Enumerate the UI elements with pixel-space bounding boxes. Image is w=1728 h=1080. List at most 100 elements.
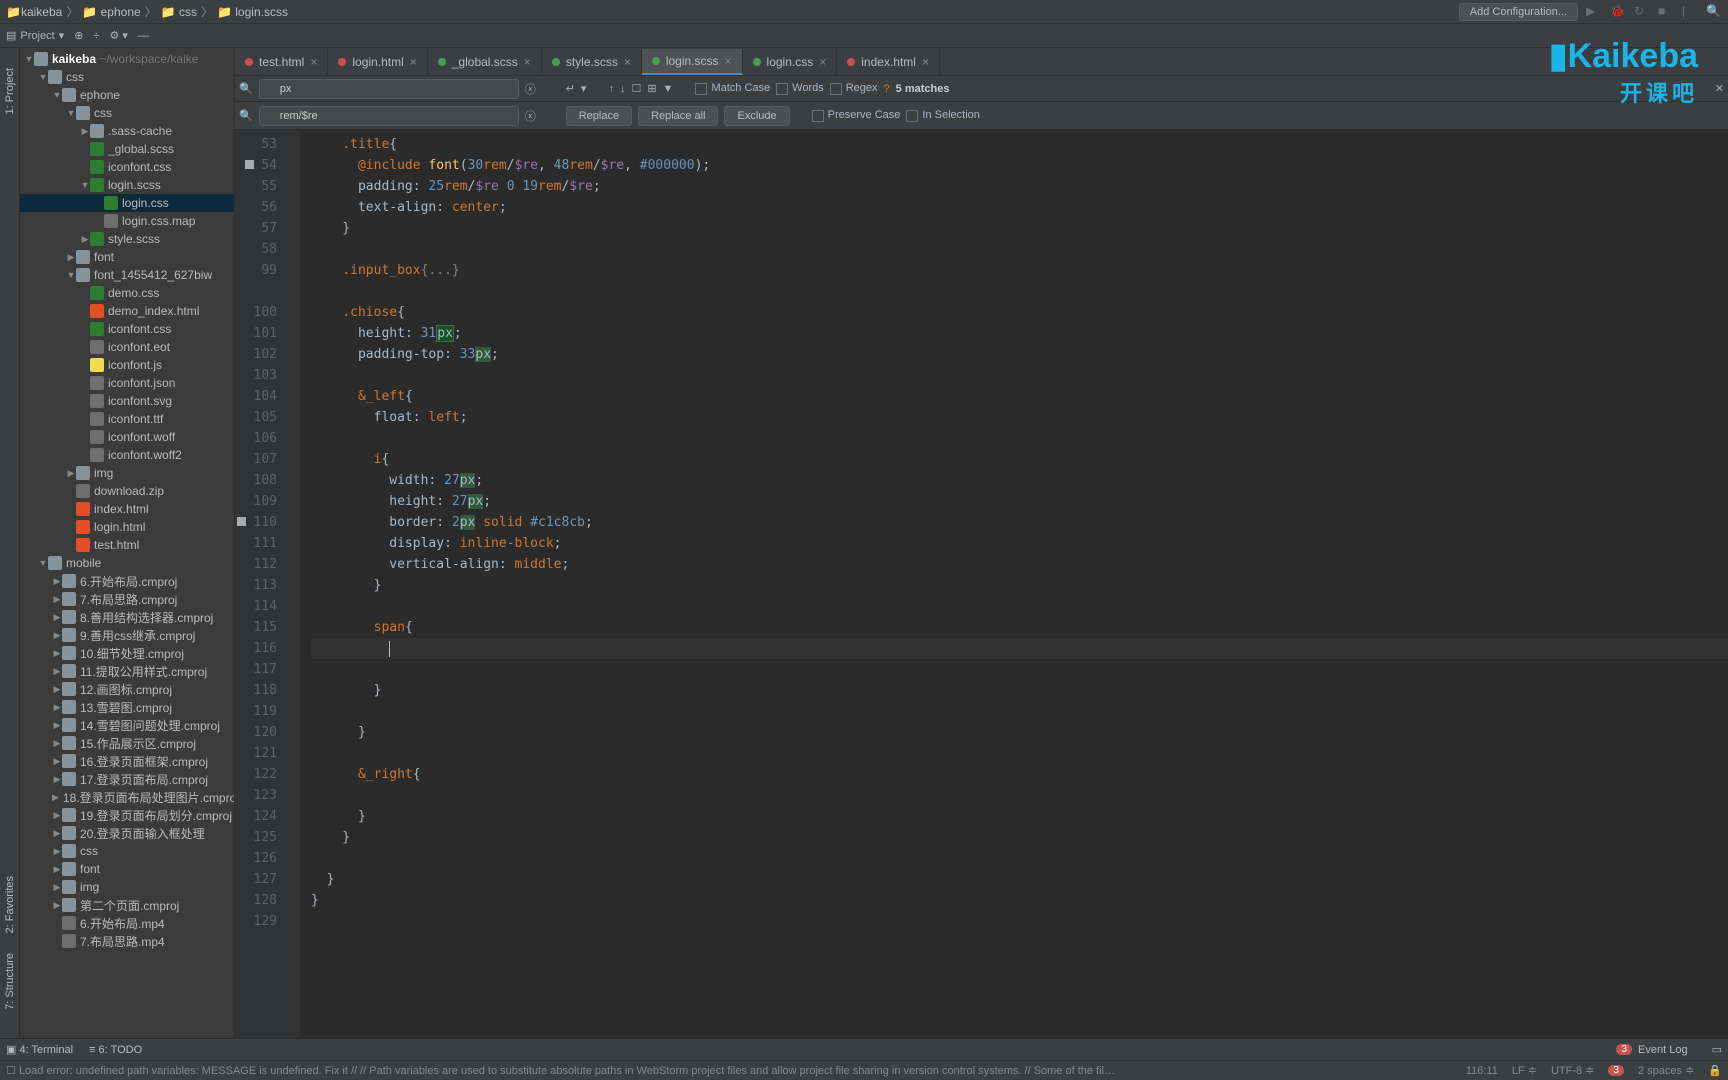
editor-tabs[interactable]: test.html×login.html×_global.scss×style.… [235, 48, 1728, 76]
hide-icon[interactable]: — [138, 30, 149, 42]
replace-button[interactable]: Replace [566, 106, 632, 126]
tree-item[interactable]: test.html [20, 536, 234, 554]
editor-tab[interactable]: login.css× [743, 49, 838, 75]
newline-icon[interactable]: ↵ [566, 82, 575, 95]
replace-all-button[interactable]: Replace all [638, 106, 718, 126]
tree-item[interactable]: _global.scss [20, 140, 234, 158]
close-tab-icon[interactable]: × [819, 55, 826, 69]
add-configuration-button[interactable]: Add Configuration... [1459, 3, 1578, 21]
editor-tab[interactable]: login.scss× [642, 49, 743, 75]
project-dropdown[interactable]: ▤ Project ▾ [6, 29, 64, 42]
tree-item[interactable]: login.html [20, 518, 234, 536]
tree-item[interactable]: iconfont.js [20, 356, 234, 374]
editor-tab[interactable]: login.html× [328, 49, 427, 75]
help-icon[interactable]: ? [884, 83, 890, 95]
find-input[interactable] [259, 79, 519, 99]
tree-item[interactable]: ▶20.登录页面输入框处理 [20, 824, 234, 842]
lock-icon[interactable]: 🔒 [1708, 1064, 1722, 1077]
tree-item[interactable]: ▶8.善用结构选择器.cmproj [20, 608, 234, 626]
close-tab-icon[interactable]: × [524, 55, 531, 69]
tree-item[interactable]: download.zip [20, 482, 234, 500]
tree-item[interactable]: ▼css [20, 68, 234, 86]
tree-item[interactable]: iconfont.ttf [20, 410, 234, 428]
tree-item[interactable]: ▶7.布局思路.cmproj [20, 590, 234, 608]
tree-item[interactable]: ▶17.登录页面布局.cmproj [20, 770, 234, 788]
regex-checkbox[interactable] [830, 83, 842, 95]
tree-item[interactable]: ▶10.细节处理.cmproj [20, 644, 234, 662]
replace-input[interactable] [259, 106, 519, 126]
tree-item[interactable]: iconfont.woff2 [20, 446, 234, 464]
preserve-case-checkbox[interactable] [812, 110, 824, 122]
run-icon[interactable]: ▶ [1586, 4, 1602, 20]
tree-item[interactable]: ▶img [20, 878, 234, 896]
next-match-icon[interactable]: ↓ [620, 83, 626, 95]
tree-item[interactable]: ▶13.雪碧图.cmproj [20, 698, 234, 716]
stop-icon[interactable]: ↻ [1634, 4, 1650, 20]
project-tool-button[interactable]: 1: Project [4, 68, 16, 114]
history-icon[interactable]: ▾ [581, 82, 587, 95]
favorites-tool-button[interactable]: 2: Favorites [4, 876, 16, 933]
locate-icon[interactable]: ⊕ [74, 29, 83, 42]
prev-match-icon[interactable]: ↑ [608, 83, 614, 95]
settings-icon[interactable]: ⚙ ▾ [109, 29, 127, 42]
structure-tool-button[interactable]: 7: Structure [4, 953, 16, 1010]
tree-item[interactable]: login.css [20, 194, 234, 212]
tree-item[interactable]: ▶16.登录页面框架.cmproj [20, 752, 234, 770]
close-tab-icon[interactable]: × [410, 55, 417, 69]
project-tree[interactable]: ▼ kaikeba ~/workspace/kaike ▼css▼ephone▼… [20, 48, 234, 1036]
tree-item[interactable]: iconfont.json [20, 374, 234, 392]
words-checkbox[interactable] [776, 83, 788, 95]
tree-item[interactable]: iconfont.svg [20, 392, 234, 410]
tree-item[interactable]: ▶9.善用css继承.cmproj [20, 626, 234, 644]
tree-item[interactable]: iconfont.css [20, 320, 234, 338]
tree-item[interactable]: ▶css [20, 842, 234, 860]
code-content[interactable]: .title{ @include font(30rem/$re, 48rem/$… [301, 130, 1728, 1038]
tree-item[interactable]: ▶.sass-cache [20, 122, 234, 140]
editor-tab[interactable]: index.html× [837, 49, 940, 75]
tree-item[interactable]: ▶11.提取公用样式.cmproj [20, 662, 234, 680]
indent-info[interactable]: 2 spaces ≑ [1638, 1064, 1694, 1077]
in-selection-checkbox[interactable] [906, 110, 918, 122]
close-tab-icon[interactable]: × [310, 55, 317, 69]
tree-item[interactable]: index.html [20, 500, 234, 518]
editor-tab[interactable]: test.html× [235, 49, 328, 75]
tree-item[interactable]: ▶12.画图标.cmproj [20, 680, 234, 698]
event-log-button[interactable]: 3 Event Log [1616, 1044, 1687, 1056]
error-count[interactable]: 3 [1608, 1065, 1624, 1076]
close-tab-icon[interactable]: × [922, 55, 929, 69]
tree-item[interactable]: ▶font [20, 248, 234, 266]
editor-tab[interactable]: _global.scss× [428, 49, 542, 75]
close-tab-icon[interactable]: × [624, 55, 631, 69]
tree-item[interactable]: iconfont.eot [20, 338, 234, 356]
stop2-icon[interactable]: ■ [1658, 4, 1674, 20]
match-case-checkbox[interactable] [695, 83, 707, 95]
memory-indicator-icon[interactable]: ▭ [1712, 1043, 1722, 1056]
select-all-icon[interactable]: ☐ [631, 82, 641, 95]
tree-item[interactable]: 7.布局思路.mp4 [20, 932, 234, 950]
todo-button[interactable]: ≡ 6: TODO [89, 1044, 142, 1056]
tree-item[interactable]: demo.css [20, 284, 234, 302]
encoding[interactable]: UTF-8 ≑ [1551, 1064, 1594, 1077]
tree-item[interactable]: iconfont.css [20, 158, 234, 176]
tree-item[interactable]: ▼login.scss [20, 176, 234, 194]
close-tab-icon[interactable]: × [725, 54, 732, 68]
tree-item[interactable]: ▶font [20, 860, 234, 878]
tree-item[interactable]: ▼mobile [20, 554, 234, 572]
tree-item[interactable]: ▶img [20, 464, 234, 482]
add-selection-icon[interactable]: ⊞ [647, 82, 656, 95]
line-separator[interactable]: LF ≑ [1512, 1064, 1537, 1077]
search-icon[interactable]: 🔍 [1706, 4, 1722, 20]
exclude-button[interactable]: Exclude [724, 106, 789, 126]
tree-item[interactable]: 6.开始布局.mp4 [20, 914, 234, 932]
tree-item[interactable]: ▶第二个页面.cmproj [20, 896, 234, 914]
tree-item[interactable]: ▼font_1455412_627biw [20, 266, 234, 284]
tree-item[interactable]: ▼css [20, 104, 234, 122]
tree-item[interactable]: iconfont.woff [20, 428, 234, 446]
tree-item[interactable]: login.css.map [20, 212, 234, 230]
close-find-icon[interactable]: ✕ [1715, 82, 1724, 95]
filter-icon[interactable]: ▼ [663, 83, 674, 95]
tree-item[interactable]: ▶15.作品展示区.cmproj [20, 734, 234, 752]
tree-item[interactable]: demo_index.html [20, 302, 234, 320]
fold-column[interactable] [285, 130, 301, 1038]
tree-item[interactable]: ▶style.scss [20, 230, 234, 248]
